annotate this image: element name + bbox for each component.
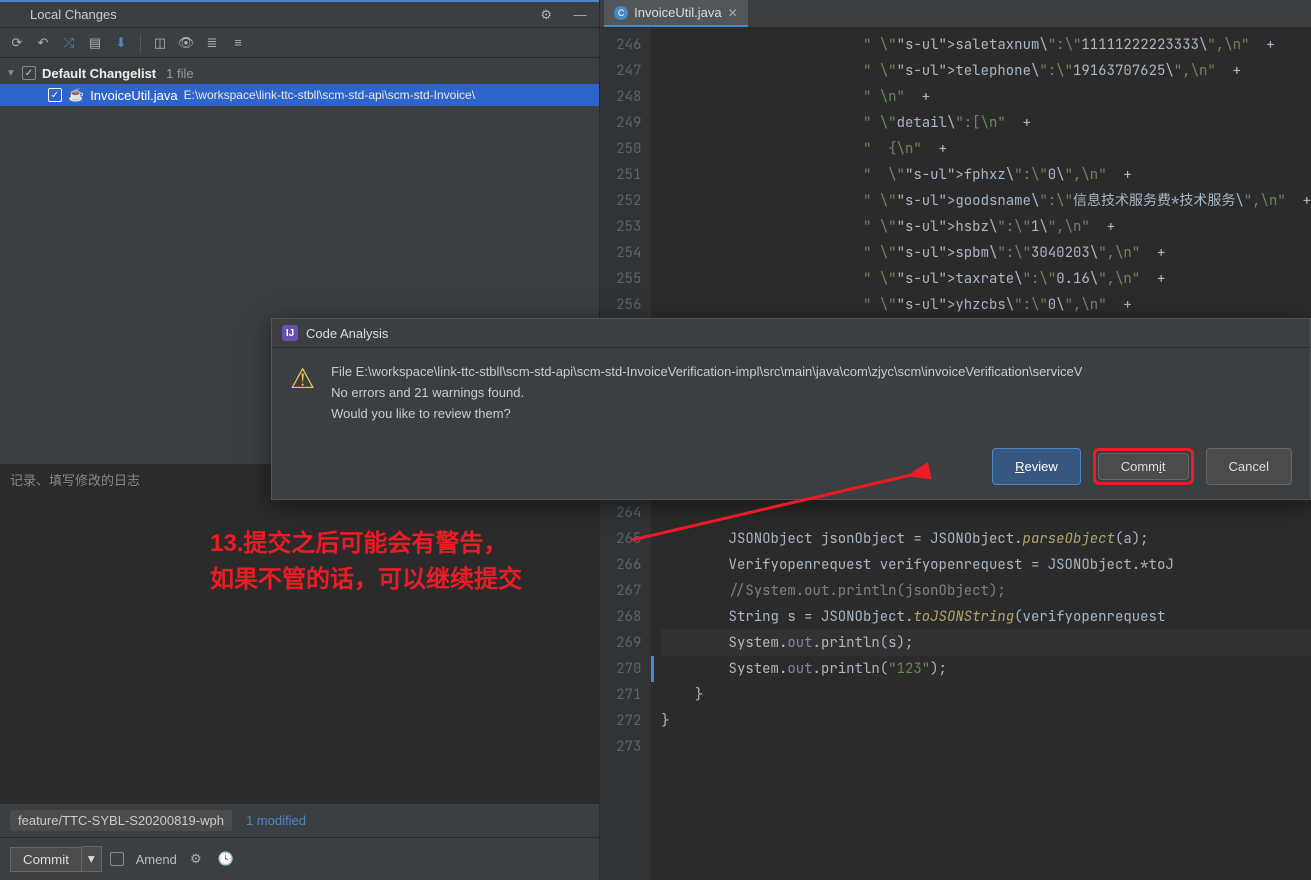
- java-file-icon: ☕: [68, 87, 84, 103]
- dialog-commit-button[interactable]: Commit: [1098, 453, 1189, 480]
- tab-filename: InvoiceUtil.java: [634, 5, 721, 20]
- chevron-down-icon[interactable]: ▼: [6, 68, 16, 79]
- gear-icon[interactable]: ⚙: [185, 848, 207, 870]
- review-button[interactable]: Review: [992, 448, 1081, 485]
- expand-icon[interactable]: ≣: [201, 32, 223, 54]
- local-changes-toolbar: ⟳ ↶ ⤮ ▤ ⬇ ◫ 👁 ≣ ≡: [0, 28, 599, 58]
- cancel-button[interactable]: Cancel: [1206, 448, 1292, 485]
- file-name: InvoiceUtil.java: [90, 88, 177, 103]
- warning-icon: ⚠: [290, 362, 315, 424]
- commit-dropdown[interactable]: ▾: [82, 846, 102, 872]
- local-changes-title: Local Changes: [30, 7, 117, 22]
- java-class-icon: C: [614, 6, 628, 20]
- file-checkbox[interactable]: ✓: [48, 88, 62, 102]
- local-changes-header: Local Changes ⚙ —: [0, 0, 599, 28]
- close-icon[interactable]: ✕: [728, 6, 738, 20]
- gear-icon[interactable]: ⚙: [535, 4, 557, 26]
- file-row[interactable]: ✓ ☕ InvoiceUtil.java E:\workspace\link-t…: [0, 84, 599, 106]
- commit-button[interactable]: Commit: [10, 847, 82, 872]
- group-icon[interactable]: ◫: [149, 32, 171, 54]
- dialog-text: File E:\workspace\link-ttc-stbll\scm-std…: [331, 362, 1082, 424]
- download-icon[interactable]: ⬇: [110, 32, 132, 54]
- refresh-icon[interactable]: ⟳: [6, 32, 28, 54]
- commit-message-input[interactable]: [0, 464, 599, 804]
- annotation-arrow: [624, 460, 944, 550]
- annotation-text: 13.提交之后可能会有警告， 如果不管的话，可以继续提交: [210, 526, 522, 598]
- intellij-icon: IJ: [282, 325, 298, 341]
- modified-count[interactable]: 1 modified: [246, 813, 306, 828]
- preview-icon[interactable]: 👁: [175, 32, 197, 54]
- file-path: E:\workspace\link-ttc-stbll\scm-std-api\…: [184, 88, 475, 102]
- shelve-icon[interactable]: ▤: [84, 32, 106, 54]
- dialog-title: Code Analysis: [306, 326, 388, 341]
- changelist-checkbox[interactable]: ✓: [22, 66, 36, 80]
- branch-label[interactable]: feature/TTC-SYBL-S20200819-wph: [10, 810, 232, 831]
- minimize-icon[interactable]: —: [569, 4, 591, 26]
- changelist-name: Default Changelist: [42, 66, 156, 81]
- collapse-icon[interactable]: ≡: [227, 32, 249, 54]
- amend-label: Amend: [136, 852, 177, 867]
- editor-tab[interactable]: C InvoiceUtil.java ✕: [604, 0, 748, 27]
- file-count: 1 file: [166, 66, 193, 81]
- diff-icon[interactable]: ⤮: [58, 32, 80, 54]
- amend-checkbox[interactable]: [110, 852, 124, 866]
- rollback-icon[interactable]: ↶: [32, 32, 54, 54]
- changelist-row[interactable]: ▼ ✓ Default Changelist 1 file: [0, 62, 599, 84]
- history-icon[interactable]: 🕓: [215, 848, 237, 870]
